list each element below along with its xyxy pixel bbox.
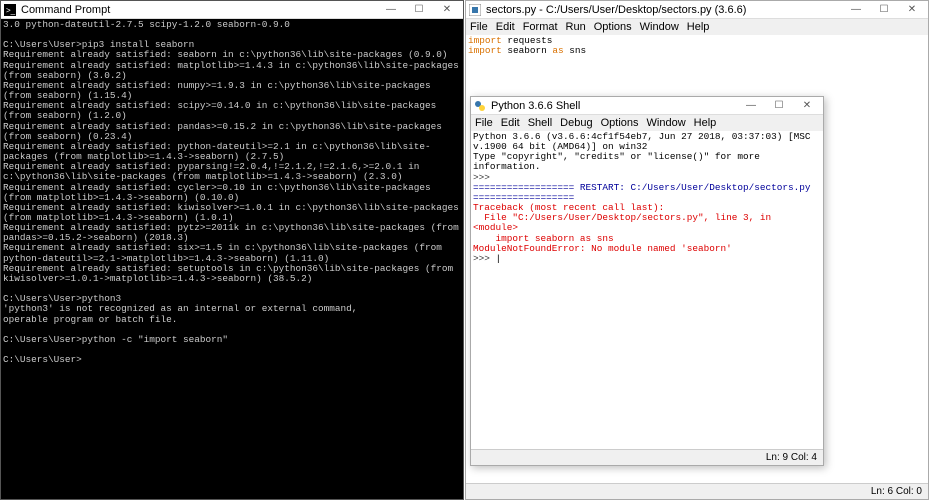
cursor-position: Ln: 9 Col: 4 [766, 452, 817, 463]
titlebar[interactable]: sectors.py - C:/Users/User/Desktop/secto… [466, 1, 928, 19]
titlebar[interactable]: >_ Command Prompt — ☐ ✕ [1, 1, 463, 19]
menu-edit[interactable]: Edit [496, 21, 515, 33]
title-text: Command Prompt [21, 4, 377, 16]
menubar: File Edit Format Run Options Window Help [466, 19, 928, 35]
menu-file[interactable]: File [475, 117, 493, 129]
title-text: sectors.py - C:/Users/User/Desktop/secto… [486, 4, 842, 16]
titlebar[interactable]: Python 3.6.6 Shell — ☐ ✕ [471, 97, 823, 115]
close-button[interactable]: ✕ [898, 2, 926, 18]
minimize-button[interactable]: — [377, 2, 405, 18]
source-code: import requests import seaborn as sns [466, 35, 928, 57]
menu-shell[interactable]: Shell [528, 117, 552, 129]
close-button[interactable]: ✕ [433, 2, 461, 18]
menu-window[interactable]: Window [647, 117, 686, 129]
menu-debug[interactable]: Debug [560, 117, 592, 129]
menu-options[interactable]: Options [601, 117, 639, 129]
python-icon [473, 99, 487, 113]
maximize-button[interactable]: ☐ [765, 98, 793, 114]
maximize-button[interactable]: ☐ [870, 2, 898, 18]
cmd-icon: >_ [3, 3, 17, 17]
menu-format[interactable]: Format [523, 21, 558, 33]
menu-options[interactable]: Options [594, 21, 632, 33]
minimize-button[interactable]: — [737, 98, 765, 114]
cursor-position: Ln: 6 Col: 0 [871, 486, 922, 497]
menu-help[interactable]: Help [687, 21, 710, 33]
menu-window[interactable]: Window [640, 21, 679, 33]
python-shell-window: Python 3.6.6 Shell — ☐ ✕ File Edit Shell… [470, 96, 824, 466]
menu-edit[interactable]: Edit [501, 117, 520, 129]
menu-run[interactable]: Run [566, 21, 586, 33]
terminal-content[interactable]: 3.0 python-dateutil-2.7.5 scipy-1.2.0 se… [1, 19, 463, 499]
menu-help[interactable]: Help [694, 117, 717, 129]
shell-content[interactable]: Python 3.6.6 (v3.6.6:4cf1f54eb7, Jun 27 … [471, 131, 823, 449]
close-button[interactable]: ✕ [793, 98, 821, 114]
maximize-button[interactable]: ☐ [405, 2, 433, 18]
title-text: Python 3.6.6 Shell [491, 100, 737, 112]
shell-output: Python 3.6.6 (v3.6.6:4cf1f54eb7, Jun 27 … [471, 131, 823, 265]
minimize-button[interactable]: — [842, 2, 870, 18]
terminal-output: 3.0 python-dateutil-2.7.5 scipy-1.2.0 se… [1, 19, 463, 366]
statusbar: Ln: 9 Col: 4 [471, 449, 823, 465]
menu-file[interactable]: File [470, 21, 488, 33]
statusbar: Ln: 6 Col: 0 [466, 483, 928, 499]
svg-text:>_: >_ [6, 6, 16, 15]
menubar: File Edit Shell Debug Options Window Hel… [471, 115, 823, 131]
python-file-icon [468, 3, 482, 17]
command-prompt-window: >_ Command Prompt — ☐ ✕ 3.0 python-dateu… [0, 0, 464, 500]
